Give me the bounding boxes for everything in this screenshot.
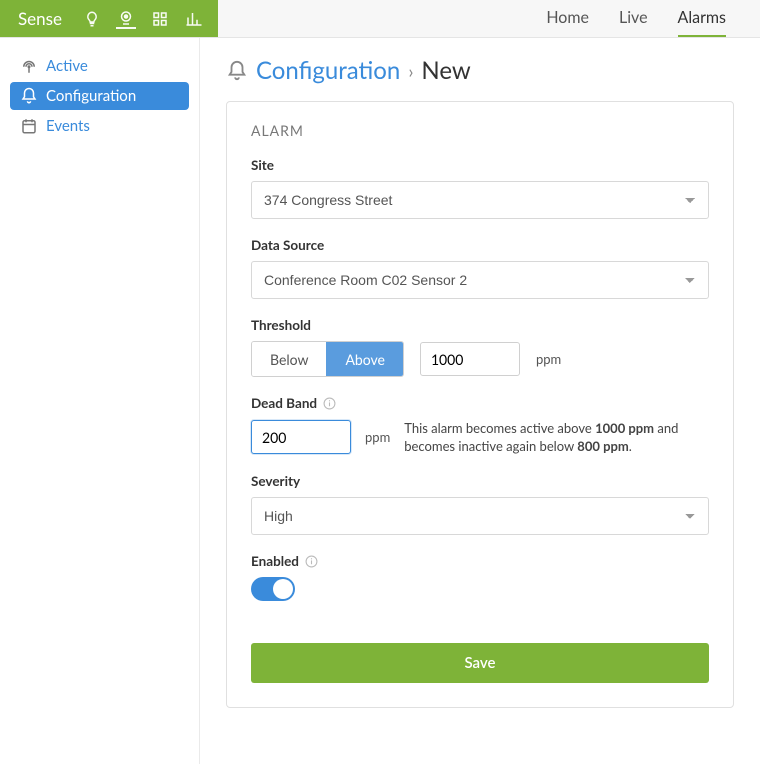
threshold-above-button[interactable]: Above (326, 342, 402, 376)
topnav-live[interactable]: Live (619, 0, 648, 37)
brand-name: Sense (18, 8, 62, 29)
enabled-toggle[interactable] (251, 577, 295, 601)
threshold-unit: ppm (536, 351, 561, 367)
sidebar-item-label: Configuration (46, 87, 136, 105)
sidebar-item-configuration[interactable]: Configuration (10, 82, 189, 110)
main-content: Configuration › New ALARM Site 374 Congr… (200, 38, 760, 764)
threshold-value-input[interactable] (420, 342, 520, 376)
site-label: Site (251, 157, 709, 173)
panel-title: ALARM (251, 122, 709, 139)
field-data-source: Data Source Conference Room C02 Sensor 2 (251, 237, 709, 299)
breadcrumb-current: New (421, 56, 470, 85)
sidebar-item-label: Active (46, 57, 88, 75)
brand-strip: Sense (0, 0, 218, 37)
brand-icons (82, 9, 204, 29)
top-nav: Home Live Alarms (546, 0, 760, 37)
save-button[interactable]: Save (251, 643, 709, 683)
bulb-icon[interactable] (82, 9, 102, 29)
threshold-below-button[interactable]: Below (252, 342, 326, 376)
page-header: Configuration › New (226, 56, 734, 85)
sidebar-item-active[interactable]: Active (10, 52, 189, 80)
bell-icon (20, 87, 38, 105)
dead-band-row: ppm This alarm becomes active above 1000… (251, 419, 709, 455)
topnav-alarms[interactable]: Alarms (678, 0, 726, 37)
top-bar: Sense Home Live Alarms (0, 0, 760, 38)
info-icon[interactable] (305, 555, 318, 568)
threshold-row: Below Above ppm (251, 341, 709, 377)
dead-band-input[interactable] (251, 420, 351, 454)
sidebar-item-events[interactable]: Events (10, 112, 189, 140)
topnav-home[interactable]: Home (546, 0, 589, 37)
sidebar-item-label: Events (46, 117, 90, 135)
data-source-select[interactable]: Conference Room C02 Sensor 2 (251, 261, 709, 299)
body: Active Configuration Events Con (0, 38, 760, 764)
calendar-icon (20, 117, 38, 135)
sidebar: Active Configuration Events (0, 38, 200, 764)
webcam-icon[interactable] (116, 9, 136, 29)
field-dead-band: Dead Band ppm This alarm becomes active … (251, 395, 709, 455)
site-select[interactable]: 374 Congress Street (251, 181, 709, 219)
alarm-panel: ALARM Site 374 Congress Street Data Sour… (226, 101, 734, 708)
dead-band-label: Dead Band (251, 395, 709, 411)
dead-band-unit: ppm (365, 429, 390, 445)
antenna-icon (20, 57, 38, 75)
severity-select[interactable]: High (251, 497, 709, 535)
chart-icon[interactable] (184, 9, 204, 29)
apps-icon[interactable] (150, 9, 170, 29)
field-enabled: Enabled (251, 553, 709, 601)
toggle-knob (273, 579, 293, 599)
threshold-label: Threshold (251, 317, 709, 333)
bell-outline-icon (226, 60, 248, 82)
breadcrumb-parent[interactable]: Configuration (256, 56, 400, 85)
breadcrumb-separator: › (408, 60, 413, 82)
dead-band-help-text: This alarm becomes active above 1000 ppm… (404, 419, 704, 455)
field-severity: Severity High (251, 473, 709, 535)
threshold-direction-group: Below Above (251, 341, 404, 377)
field-site: Site 374 Congress Street (251, 157, 709, 219)
severity-label: Severity (251, 473, 709, 489)
data-source-label: Data Source (251, 237, 709, 253)
enabled-label: Enabled (251, 553, 709, 569)
info-icon[interactable] (323, 397, 336, 410)
field-threshold: Threshold Below Above ppm (251, 317, 709, 377)
app-window: Sense Home Live Alarms (0, 0, 760, 764)
